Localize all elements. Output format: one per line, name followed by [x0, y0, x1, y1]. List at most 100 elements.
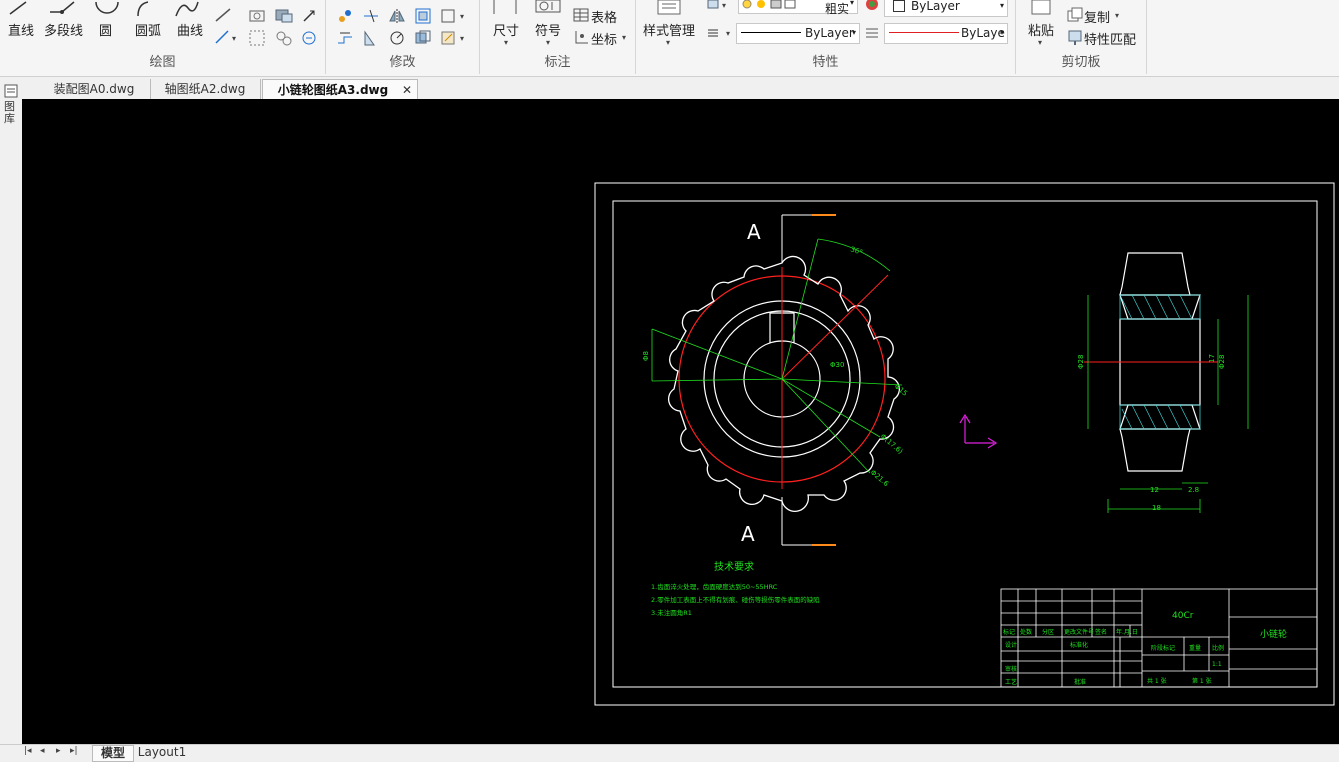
library-icon[interactable] — [3, 83, 19, 99]
coordinate-button[interactable]: 坐标 — [591, 29, 617, 48]
color-dropdown-icon: ▾ — [999, 1, 1004, 10]
close-icon[interactable]: ✕ — [402, 80, 412, 100]
tab-shaft[interactable]: 轴图纸A2.dwg — [150, 79, 261, 99]
tech-line-3: 3.未注圆角R1 — [651, 608, 692, 617]
color-select[interactable]: ByLayer ▾ — [884, 0, 1008, 17]
first-layout-icon[interactable]: |◂ — [24, 746, 32, 756]
match-properties-icon — [1068, 30, 1082, 45]
layer-select[interactable]: 粗实 ▾ — [738, 0, 858, 16]
explode-icon[interactable]: ▾ — [440, 29, 470, 47]
construction-line-icon[interactable] — [214, 7, 232, 25]
draw-panel: 直线 多段线 圆 圆弧 曲线 ▾ 绘图 — [0, 0, 326, 74]
modify-panel-title: 修改 — [389, 55, 416, 70]
properties-panel: 样式管理 ▾ ▾ ▾ 粗实 ▾ ByLayer ▾ ByLayer ▾ ByLa… — [636, 0, 1016, 74]
paste-dropdown-icon[interactable]: ▾ — [1038, 38, 1042, 47]
svg-text:比例: 比例 — [1212, 644, 1224, 652]
array-icon[interactable]: ▾ — [440, 7, 470, 25]
svg-text:重量: 重量 — [1189, 644, 1201, 652]
paste-icon — [1031, 0, 1051, 15]
lineweight-select[interactable]: ByLaye ▾ — [884, 23, 1008, 44]
tab-sprocket[interactable]: 小链轮图纸A3.dwg ✕ — [262, 79, 418, 100]
table-icon — [573, 8, 589, 22]
linetype-select[interactable]: ByLayer ▾ — [736, 23, 860, 44]
style-manager-button[interactable]: 样式管理 — [643, 20, 695, 39]
arc-button[interactable]: 圆弧 — [135, 20, 161, 39]
offset-icon[interactable] — [414, 7, 432, 25]
rectangle-icon[interactable] — [248, 7, 266, 25]
library-label[interactable]: 图库 — [4, 101, 16, 125]
next-layout-icon[interactable]: ▸ — [56, 746, 61, 756]
scale-icon[interactable] — [362, 29, 380, 47]
color-wheel-icon[interactable] — [864, 0, 880, 12]
move-icon[interactable] — [336, 7, 354, 25]
lineweight-value: ByLaye — [961, 26, 1005, 40]
dim-d1: Φ8 — [642, 351, 650, 361]
tab-label: 装配图A0.dwg — [53, 82, 135, 96]
last-layout-icon[interactable]: ▸| — [70, 746, 78, 756]
coordinate-dropdown-icon[interactable]: ▾ — [622, 33, 626, 42]
dimension-button[interactable]: 尺寸 — [493, 20, 519, 39]
svg-text:年.月.日: 年.月.日 — [1116, 628, 1138, 636]
ray-icon[interactable]: ▾ — [214, 29, 240, 47]
svg-text:审核: 审核 — [1005, 665, 1017, 673]
rotate-icon[interactable] — [388, 29, 406, 47]
dimension-dropdown-icon[interactable]: ▾ — [504, 38, 508, 47]
point-icon[interactable] — [300, 7, 318, 25]
copy-icon — [1067, 7, 1083, 22]
tab-label: 轴图纸A2.dwg — [164, 82, 246, 96]
tab-assembly[interactable]: 装配图A0.dwg — [38, 79, 151, 99]
boundary-icon[interactable] — [300, 29, 318, 47]
dim-hub: Φ30 — [830, 361, 844, 369]
line-icon — [9, 1, 27, 15]
symbol-dropdown-icon[interactable]: ▾ — [546, 38, 550, 47]
copy-object-icon[interactable] — [414, 29, 432, 47]
mirror-icon[interactable] — [388, 7, 406, 25]
layer-manager-icon[interactable]: ▾ — [706, 0, 732, 10]
svg-text:设计: 设计 — [1005, 641, 1017, 649]
coordinate-icon — [575, 31, 588, 44]
svg-text:批准: 批准 — [1074, 678, 1086, 686]
line-button[interactable]: 直线 — [8, 20, 34, 39]
paste-button[interactable]: 粘贴 — [1028, 20, 1054, 39]
sheet-outer-border — [594, 182, 1335, 706]
match-properties-button[interactable]: 特性匹配 — [1084, 29, 1136, 48]
block-icon[interactable] — [274, 7, 294, 25]
lineweight-preview — [889, 32, 959, 33]
layer-state-icon — [742, 0, 796, 9]
copy-button[interactable]: 复制 — [1084, 7, 1110, 26]
svg-text:分区: 分区 — [1042, 628, 1054, 636]
region-icon[interactable] — [274, 29, 294, 47]
style-manager-dropdown-icon[interactable]: ▾ — [666, 38, 670, 47]
hatch-icon[interactable] — [248, 29, 266, 47]
circle-button[interactable]: 圆 — [99, 20, 112, 39]
table-button[interactable]: 表格 — [591, 7, 617, 26]
prev-layout-icon[interactable]: ◂ — [40, 746, 45, 756]
drawing-canvas[interactable]: A A 36° Φ8 Φ15 Φ(17.6) Φ21.6 Φ30 Φ28 17 … — [22, 99, 1339, 744]
symbol-button[interactable]: 符号 — [535, 20, 561, 39]
svg-text:第 1 张: 第 1 张 — [1192, 677, 1212, 685]
curve-button[interactable]: 曲线 — [177, 20, 203, 39]
dimension-icon — [493, 0, 517, 14]
annotate-panel: 尺寸 ▾ 符号 ▾ 表格 坐标 ▾ 标注 — [480, 0, 636, 74]
section-line: A A — [741, 214, 836, 546]
svg-text:标记: 标记 — [1003, 628, 1015, 636]
circle-icon — [95, 1, 119, 14]
lineweight-list-icon[interactable] — [864, 27, 880, 39]
layer-dropdown-icon: ▾ — [849, 0, 854, 7]
linetype-dropdown-icon: ▾ — [851, 28, 856, 37]
svg-text:1:1: 1:1 — [1212, 661, 1222, 668]
ribbon: 直线 多段线 圆 圆弧 曲线 ▾ 绘图 ▾ ▾ 修改 尺寸 ▾ 符号 ▾ 表格 … — [0, 0, 1339, 77]
lineweight-icon[interactable]: ▾ — [706, 26, 736, 40]
tech-line-1: 1.齿面淬火处理，齿面硬度达到50~55HRC — [651, 582, 778, 591]
polyline-button[interactable]: 多段线 — [44, 20, 83, 39]
color-value: ByLayer — [911, 0, 960, 13]
svg-text:处数: 处数 — [1020, 628, 1032, 636]
dim-w2: 2.8 — [1188, 486, 1199, 494]
trim-icon[interactable] — [362, 7, 380, 25]
svg-text:阶段标记: 阶段标记 — [1151, 644, 1175, 652]
tab-layout1[interactable]: Layout1 — [136, 745, 188, 760]
svg-text:▾: ▾ — [726, 29, 730, 38]
stretch-icon[interactable] — [336, 29, 354, 47]
copy-dropdown-icon[interactable]: ▾ — [1115, 11, 1119, 20]
tab-model[interactable]: 模型 — [92, 745, 134, 762]
